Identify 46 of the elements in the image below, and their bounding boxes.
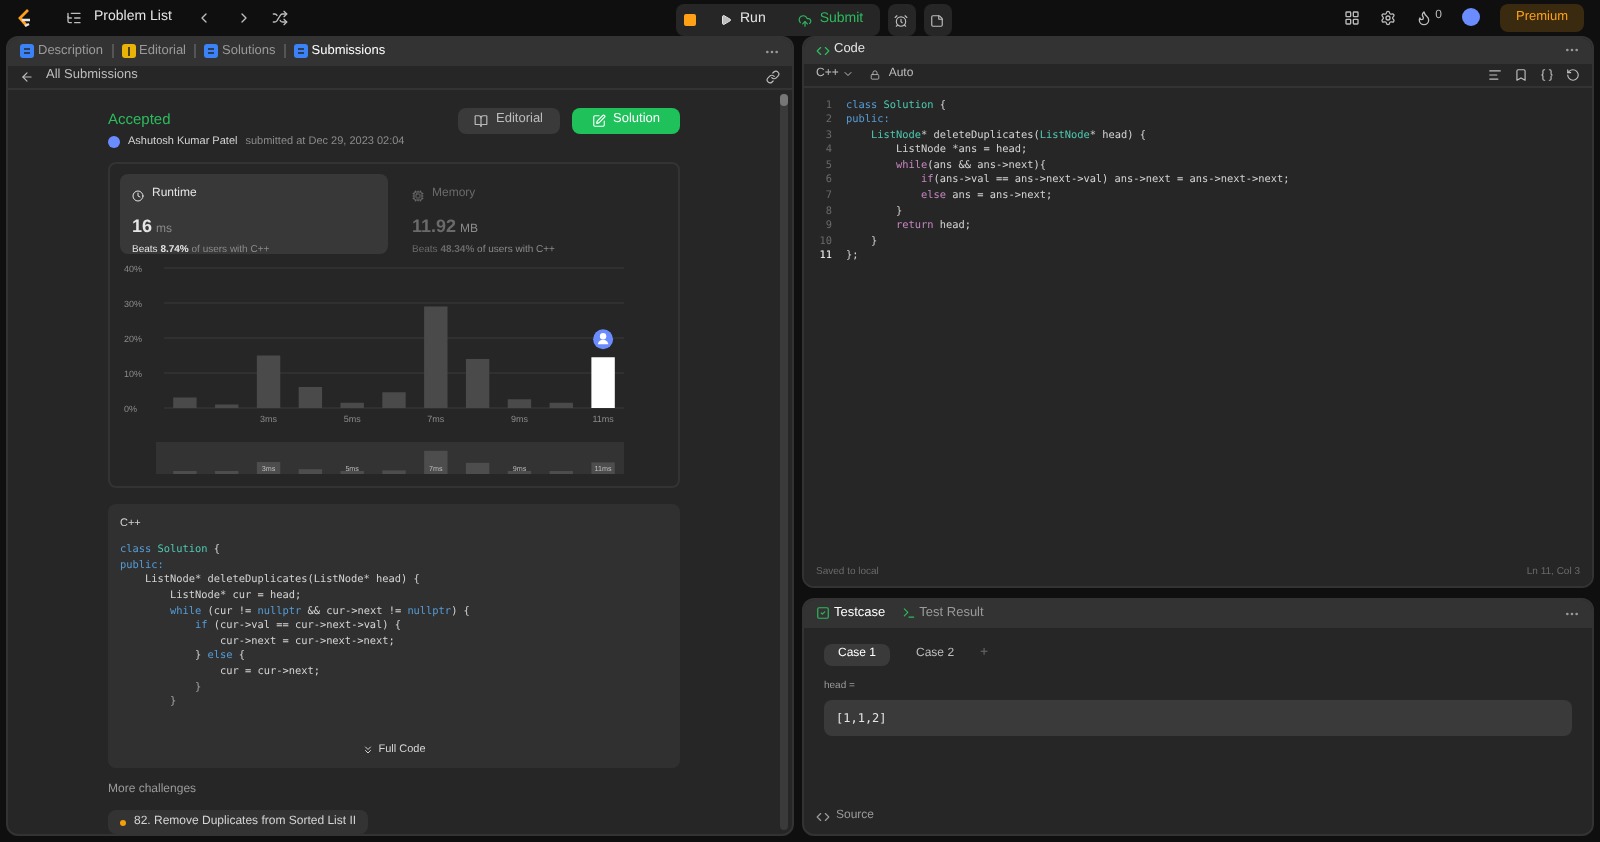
bar (424, 306, 448, 408)
alarm-clock-button[interactable] (887, 4, 916, 36)
bar (549, 402, 573, 408)
play-icon (720, 14, 732, 26)
shuffle-icon[interactable] (271, 9, 288, 26)
alarm-clock-icon (894, 13, 909, 27)
bar (507, 399, 532, 408)
bar (382, 392, 406, 408)
bar (298, 387, 323, 408)
layout-icon[interactable] (1343, 9, 1360, 26)
link-icon[interactable] (766, 69, 780, 83)
format-icon[interactable] (1488, 67, 1502, 81)
avatar-icon[interactable] (1461, 8, 1480, 27)
bar (173, 397, 197, 408)
terminal-icon (901, 606, 916, 620)
avatar-icon (108, 135, 120, 148)
settings-icon[interactable] (1379, 9, 1396, 26)
edit-icon (591, 113, 605, 127)
chip-icon (412, 189, 424, 201)
code-icon (816, 43, 830, 57)
note-icon (930, 13, 945, 27)
book-icon (474, 113, 489, 127)
code-icon (816, 810, 830, 824)
bar (465, 359, 490, 408)
chevron-down-icon (842, 68, 855, 80)
check-icon (816, 606, 830, 620)
reset-icon[interactable] (1566, 67, 1580, 81)
bar (340, 402, 364, 408)
cloud-upload-icon (797, 13, 812, 27)
mini-bar (256, 462, 281, 474)
list-icon (66, 9, 82, 26)
stat-value: 16 (132, 214, 153, 240)
back-icon[interactable] (20, 69, 34, 83)
logo-icon[interactable] (16, 7, 34, 28)
lock-icon (870, 69, 881, 79)
braces-icon[interactable] (1540, 67, 1554, 81)
flame-icon[interactable] (1415, 9, 1432, 26)
note-button[interactable] (923, 4, 952, 36)
avatar-icon (593, 329, 614, 350)
chevrons-down-icon (362, 743, 375, 756)
bar (591, 357, 615, 408)
mini-bar (424, 450, 448, 474)
bookmark-icon[interactable] (1514, 67, 1528, 81)
stat-value: 11.92 (412, 214, 457, 240)
bar (256, 355, 281, 408)
clock-icon (132, 189, 144, 201)
